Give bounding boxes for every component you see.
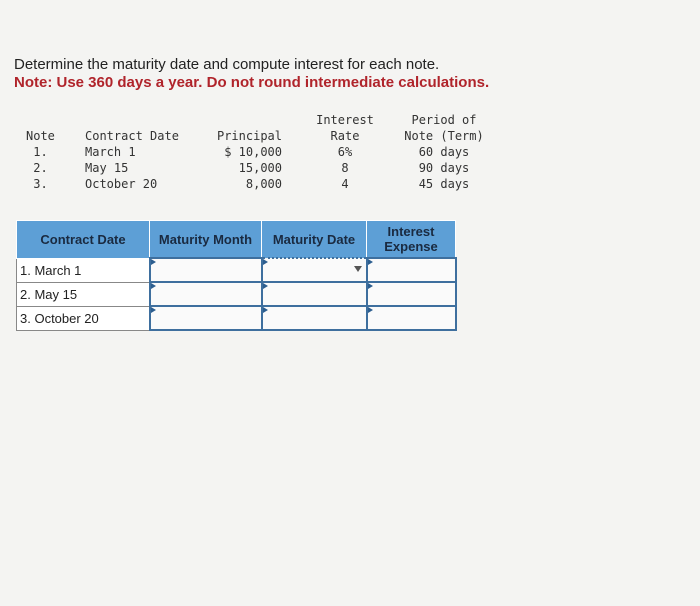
period-header-2: Note (Term) <box>404 129 484 143</box>
rate-column: Interest Rate 6% 8 4 <box>310 112 380 192</box>
note-header: Note <box>26 129 55 143</box>
principal-2: 15,000 <box>238 161 282 175</box>
row-label: 1. March 1 <box>16 257 150 283</box>
principal-header: Principal <box>216 129 282 143</box>
contract-date-column: Contract Date March 1 May 15 October 20 <box>85 128 179 192</box>
period-2: 90 days <box>418 161 470 175</box>
maturity-date-select-1[interactable] <box>260 257 368 283</box>
rate-3: 4 <box>341 177 349 191</box>
question-note: Note: Use 360 days a year. Do not round … <box>14 74 490 91</box>
note-column: Note 1. 2. 3. <box>26 128 55 192</box>
period-1: 60 days <box>418 145 470 159</box>
principal-column: Principal $ 10,000 15,000 8,000 <box>200 128 282 192</box>
maturity-month-input-3[interactable] <box>148 305 263 331</box>
principal-1: $ 10,000 <box>224 145 282 159</box>
period-3: 45 days <box>418 177 470 191</box>
date-1: March 1 <box>85 145 136 159</box>
table-row: 3. October 20 <box>16 305 457 331</box>
question-text: Determine the maturity date and compute … <box>14 56 440 73</box>
rate-header-2: Rate <box>330 129 360 143</box>
maturity-date-select-3[interactable] <box>260 305 368 331</box>
date-3: October 20 <box>85 177 158 191</box>
row-label: 2. May 15 <box>16 281 150 307</box>
question: Determine the maturity date and compute … <box>14 56 489 92</box>
header-maturity-date: Maturity Date <box>261 220 367 259</box>
contract-date-header: Contract Date <box>85 129 179 143</box>
chevron-down-icon[interactable] <box>353 266 362 272</box>
note-1: 1. <box>33 145 48 159</box>
answer-table: Contract Date Maturity Month Maturity Da… <box>16 220 457 331</box>
note-3: 3. <box>33 177 48 191</box>
rate-1: 6% <box>337 145 353 159</box>
header-interest-expense: Interest Expense <box>366 220 456 259</box>
interest-expense-input-3[interactable] <box>365 305 457 331</box>
interest-expense-input-2[interactable] <box>365 281 457 307</box>
interest-expense-input-1[interactable] <box>365 257 457 283</box>
table-row: 2. May 15 <box>16 281 457 307</box>
rate-header-1: Interest <box>316 113 374 127</box>
answer-header-row: Contract Date Maturity Month Maturity Da… <box>16 220 456 259</box>
period-column: Period of Note (Term) 60 days 90 days 45… <box>398 112 490 192</box>
table-row: 1. March 1 <box>16 257 457 283</box>
maturity-date-select-2[interactable] <box>260 281 368 307</box>
maturity-month-input-2[interactable] <box>148 281 263 307</box>
date-2: May 15 <box>85 161 129 175</box>
header-maturity-month: Maturity Month <box>149 220 262 259</box>
header-contract-date: Contract Date <box>16 220 150 259</box>
note-2: 2. <box>33 161 48 175</box>
rate-2: 8 <box>341 161 349 175</box>
period-header-1: Period of <box>411 113 477 127</box>
maturity-month-input-1[interactable] <box>148 257 263 283</box>
row-label: 3. October 20 <box>16 305 150 331</box>
principal-3: 8,000 <box>245 177 282 191</box>
